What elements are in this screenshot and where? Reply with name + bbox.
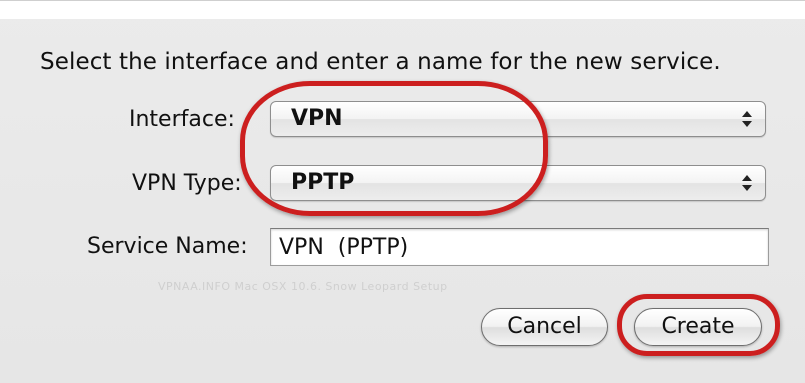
vpn-type-popup[interactable]: PPTP — [270, 165, 766, 201]
service-name-field[interactable] — [270, 228, 769, 266]
new-service-dialog: Select the interface and enter a name fo… — [0, 0, 805, 383]
interface-popup[interactable]: VPN — [270, 101, 766, 137]
service-name-label: Service Name: — [87, 234, 248, 259]
dialog-instruction: Select the interface and enter a name fo… — [40, 49, 721, 75]
create-button[interactable]: Create — [634, 308, 762, 346]
top-strip — [0, 1, 805, 19]
popup-arrows-icon — [742, 111, 752, 127]
vpn-type-selected-value: PPTP — [291, 170, 355, 195]
interface-label: Interface: — [129, 107, 235, 132]
popup-arrows-icon — [742, 175, 752, 191]
watermark-text: VPNAA.INFO Mac OSX 10.6. Snow Leopard Se… — [158, 280, 448, 293]
cancel-button[interactable]: Cancel — [481, 308, 608, 346]
interface-selected-value: VPN — [291, 106, 343, 131]
vpn-type-label: VPN Type: — [132, 171, 242, 196]
